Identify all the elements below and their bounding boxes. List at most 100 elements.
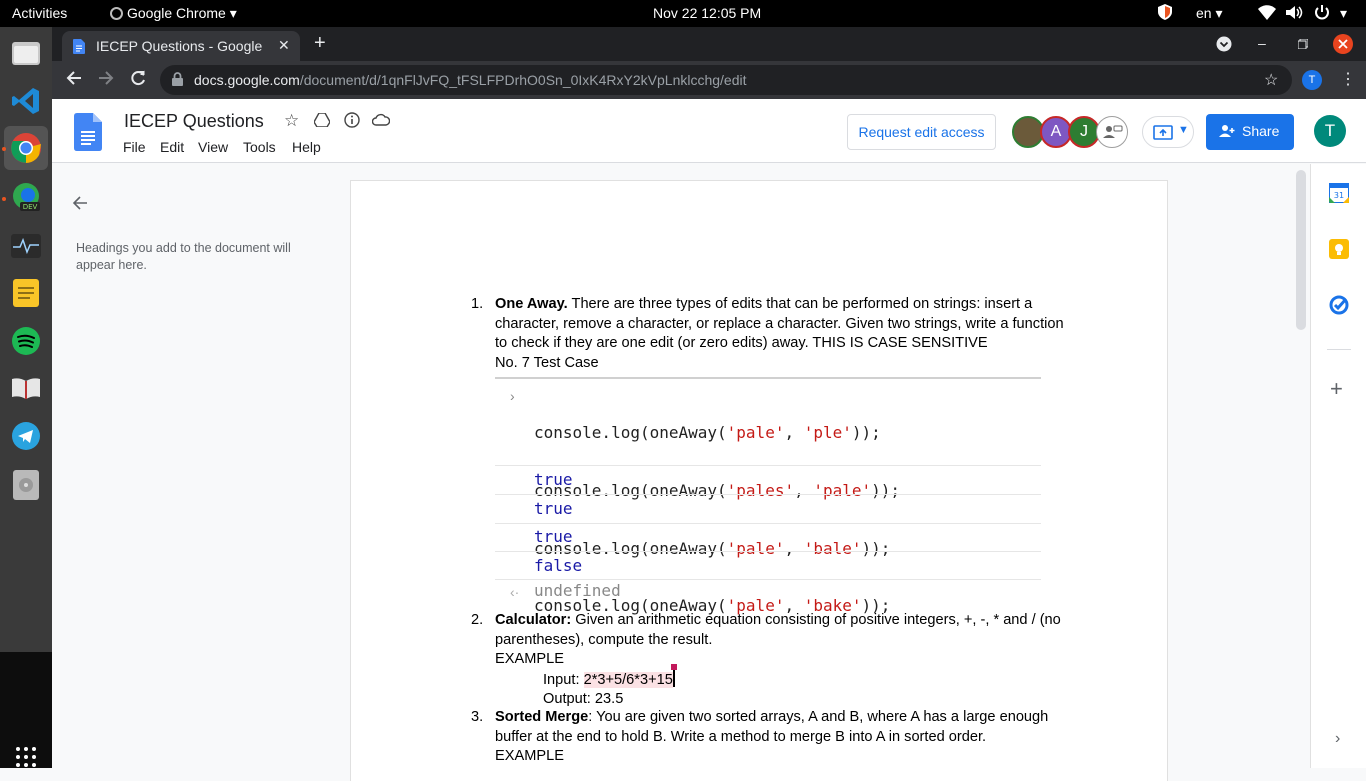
q3-text-1: : You are given two sorted arrays, A and…	[588, 709, 1049, 725]
close-outline-icon[interactable]	[72, 195, 88, 216]
q1-line-3: to check if they are one edit (or zero e…	[495, 335, 988, 351]
close-tab-icon[interactable]: ✕	[278, 37, 290, 54]
power-menu-caret-icon[interactable]: ▾	[1340, 5, 1347, 22]
system-top-bar: Activities Google Chrome ▾ Nov 22 12:05 …	[0, 0, 1366, 27]
wifi-icon[interactable]	[1258, 5, 1276, 23]
vscode-icon[interactable]	[8, 83, 44, 119]
url-text: docs.google.com/document/d/1qnFlJvFQ_tFS…	[194, 72, 747, 88]
forward-icon[interactable]	[98, 70, 114, 91]
keep-icon[interactable]	[1329, 239, 1349, 264]
expand-panel-chevron-icon[interactable]: ›	[1335, 730, 1340, 748]
clock[interactable]: Nov 22 12:05 PM	[653, 5, 761, 21]
system-monitor-icon[interactable]	[8, 228, 44, 264]
tab-docs[interactable]: IECEP Questions - Google ✕	[62, 31, 300, 61]
url-host: docs.google.com	[194, 72, 300, 88]
present-caret-icon: ▼	[1178, 124, 1189, 136]
code-sep: ,	[784, 538, 804, 558]
q2-paragraph[interactable]: Calculator: Given an arithmetic equation…	[495, 611, 1085, 710]
volume-icon[interactable]	[1286, 5, 1304, 23]
power-icon[interactable]	[1314, 4, 1330, 23]
docs-logo-icon[interactable]	[74, 113, 102, 156]
share-button[interactable]: Share	[1206, 114, 1294, 150]
docs-header: IECEP Questions ☆ File Edit View Tools H…	[52, 99, 1366, 163]
chrome-menu-icon[interactable]: ⋮	[1340, 69, 1356, 89]
menu-view[interactable]: View	[198, 139, 228, 155]
details-info-icon[interactable]	[344, 112, 360, 133]
menu-edit[interactable]: Edit	[160, 139, 184, 155]
disk-icon[interactable]	[8, 467, 44, 503]
maximize-icon[interactable]	[1297, 36, 1309, 54]
side-panel: 31 + ›	[1310, 164, 1366, 768]
cloud-status-icon[interactable]	[371, 113, 391, 131]
document-outline: Headings you add to the document will ap…	[52, 164, 350, 768]
bookmark-star-icon[interactable]: ☆	[1264, 70, 1278, 90]
activities-button[interactable]: Activities	[12, 5, 67, 21]
q2-line-2: parentheses), compute the result.	[495, 631, 713, 648]
tasks-icon[interactable]	[1329, 295, 1349, 320]
telegram-icon[interactable]	[8, 418, 44, 454]
reload-icon[interactable]	[130, 70, 146, 91]
minimize-icon[interactable]: –	[1258, 35, 1266, 51]
svg-text:31: 31	[1334, 191, 1344, 200]
q2-example-label: EXAMPLE	[495, 651, 564, 667]
edge-dev-icon[interactable]: DEV	[8, 179, 44, 215]
spotify-icon[interactable]	[8, 323, 44, 359]
get-addons-plus-icon[interactable]: +	[1330, 378, 1343, 400]
outline-empty-text: Headings you add to the document will ap…	[76, 241, 291, 272]
code-string: 'pale'	[726, 423, 785, 443]
document-title[interactable]: IECEP Questions	[124, 111, 264, 132]
console-result-3: true	[534, 527, 573, 546]
language-indicator[interactable]: en ▾	[1196, 5, 1223, 22]
q1-line-1: One Away. There are three types of edits…	[495, 295, 1085, 315]
console-top-border	[495, 377, 1041, 379]
dock: DEV	[0, 27, 52, 768]
back-icon[interactable]	[66, 70, 82, 91]
share-people-icon	[1218, 124, 1236, 141]
show-applications-icon[interactable]	[14, 745, 38, 769]
q2-line-1: Calculator: Given an arithmetic equation…	[495, 611, 1085, 631]
share-label: Share	[1242, 123, 1280, 139]
ebook-reader-icon[interactable]	[8, 370, 44, 406]
notes-icon[interactable]	[8, 275, 44, 311]
address-bar[interactable]: docs.google.com/document/d/1qnFlJvFQ_tFS…	[160, 65, 1292, 95]
star-icon[interactable]: ☆	[284, 111, 299, 131]
running-indicator	[2, 197, 6, 201]
code-line: console.log(oneAway('pales', 'pale'));	[534, 481, 900, 500]
files-icon[interactable]	[8, 35, 44, 71]
shield-icon[interactable]	[1158, 4, 1172, 23]
new-tab-icon[interactable]: +	[314, 32, 326, 55]
q3-line-2: buffer at the end to hold B. Write a met…	[495, 728, 987, 745]
document-page[interactable]: 1. One Away. There are three types of ed…	[351, 181, 1167, 781]
q1-paragraph[interactable]: One Away. There are three types of edits…	[495, 295, 1085, 373]
tab-search-icon[interactable]	[1216, 36, 1232, 57]
console-divider	[495, 551, 1041, 552]
chrome-small-icon	[110, 7, 123, 20]
lock-icon[interactable]	[172, 72, 183, 89]
chrome-tab-strip: IECEP Questions - Google ✕ + –	[52, 27, 1366, 61]
q1-line-4: No. 7 Test Case	[495, 354, 599, 371]
code-string: 'pales'	[726, 481, 795, 501]
move-to-drive-icon[interactable]	[313, 112, 331, 132]
close-window-icon[interactable]	[1332, 33, 1354, 60]
app-menu[interactable]: Google Chrome ▾	[110, 5, 237, 22]
q1-line-2: character, remove a character, or replac…	[495, 315, 1064, 332]
account-avatar[interactable]: T	[1314, 115, 1346, 147]
chrome-toolbar: docs.google.com/document/d/1qnFlJvFQ_tFS…	[52, 61, 1366, 99]
collaborator-cursor-flag	[670, 663, 677, 670]
view-all-users-icon[interactable]	[1096, 116, 1128, 148]
code-close: ));	[871, 481, 901, 501]
request-edit-access-button[interactable]: Request edit access	[847, 114, 996, 150]
present-button[interactable]: ▼	[1142, 116, 1194, 148]
q1-text-1: There are three types of edits that can …	[567, 296, 1033, 312]
profile-avatar[interactable]: T	[1302, 70, 1322, 90]
document-scrollbar[interactable]	[1296, 170, 1306, 330]
menu-help[interactable]: Help	[292, 139, 321, 155]
chrome-icon[interactable]	[4, 126, 48, 170]
console-divider	[495, 523, 1041, 524]
menu-tools[interactable]: Tools	[243, 139, 276, 155]
code-string: 'ple'	[803, 423, 852, 443]
console-prompt-chevron-icon: ›	[510, 388, 515, 404]
q3-paragraph[interactable]: Sorted Merge: You are given two sorted a…	[495, 708, 1085, 767]
calendar-icon[interactable]: 31	[1328, 182, 1350, 208]
menu-file[interactable]: File	[123, 139, 146, 155]
